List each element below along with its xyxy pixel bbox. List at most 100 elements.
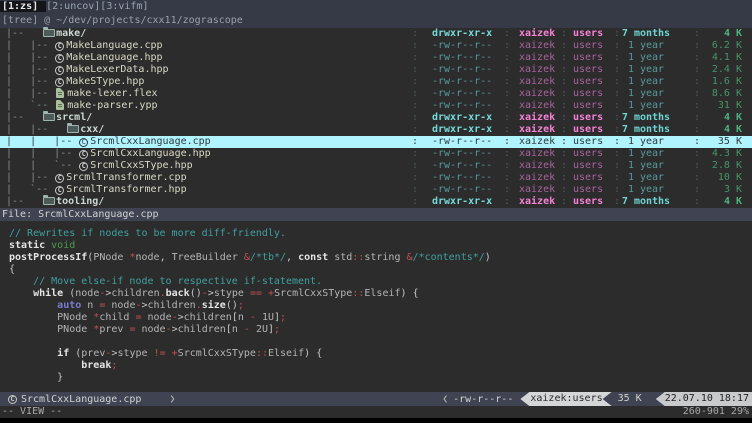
tree-row-srcmlcxxstype.hpp[interactable]: | | `-- CSrcmlCxxSType.hpp:-rw-r--r--:xa… [0,160,752,172]
tree-connector: |-- [0,112,30,123]
code-line: auto n = node->children.size(); [9,300,752,312]
file-group: users [573,184,603,196]
column-separator: : [561,160,567,172]
status-size-segment: 35 K [612,392,656,406]
column-separator: : [504,172,510,184]
tree-row-srcmltransformer.hpp[interactable]: | `-- CSrcmlTransformer.hpp:-rw-r--r--:x… [0,184,752,196]
bottom-black-strip [0,418,752,423]
column-separator: : [504,112,510,124]
tree-row-make[interactable]: |-- make/:drwxr-xr-x:xaizek:users:7 mont… [0,28,752,40]
file-permissions: -rw-r--r-- [432,40,492,52]
tree-row-makestype.hpp[interactable]: | |-- CMakeSType.hpp:-rw-r--r--:xaizek:u… [0,76,752,88]
tree-row-make-lexer.flex[interactable]: | |-- make-lexer.flex:-rw-r--r--:xaizek:… [0,88,752,100]
tree-connector: |-- [0,196,30,207]
file-permissions: -rw-r--r-- [432,136,492,148]
file-permissions: -rw-r--r-- [432,148,492,160]
column-separator: : [561,112,567,124]
column-separator: : [561,28,567,40]
tree-row-srcmltransformer.cpp[interactable]: | |-- CSrcmlTransformer.cpp:-rw-r--r--:x… [0,172,752,184]
file-name: MakeLanguage.cpp [66,40,162,51]
file-owner: xaizek [519,100,555,112]
column-separator: : [412,76,418,88]
code-line: postProcessIf(PNode *node, TreeBuilder &… [9,252,752,264]
column-separator: : [504,52,510,64]
file-owner: xaizek [519,64,555,76]
file-size: 10 K [692,172,742,184]
tree-connector: | |-- [0,124,54,135]
file-name: MakeLanguage.hpp [66,52,162,63]
tab-others[interactable]: [2:uncov][3:vifm] [46,1,148,12]
column-separator: : [412,136,418,148]
tree-connector: | |-- [0,40,54,51]
column-separator: : [504,64,510,76]
file-size: 31 K [692,100,742,112]
column-separator: : [561,64,567,76]
tree-connector: | |-- [0,76,54,87]
column-separator: : [412,64,418,76]
file-name: MakeSType.hpp [66,76,144,87]
code-line: // Rewrites if nodes to be more diff-fri… [9,228,752,240]
file-size: 8.6 K [692,88,742,100]
tree-connector: | | |-- [0,148,78,159]
tree-connector: | `-- [0,100,54,111]
column-separator: : [561,52,567,64]
chevron-right-icon: › [168,388,176,410]
file-tree: |-- make/:drwxr-xr-x:xaizek:users:7 mont… [0,28,752,208]
document-icon [56,88,64,98]
column-separator: : [561,136,567,148]
column-separator: : [412,160,418,172]
status-right: ‹ -rw-r--r-- xaizek:users 35 K 22.07.10 … [441,392,752,406]
column-separator: : [412,184,418,196]
file-size: 4 K [692,196,742,208]
file-owner: xaizek [519,160,555,172]
file-size: 6.2 K [692,40,742,52]
file-group: users [573,172,603,184]
code-line [9,336,752,348]
tree-connector: | |-- [0,52,54,63]
tree-connector: | |-- [0,172,54,183]
file-name: SrcmlCxxSType.hpp [90,160,192,171]
status-owner-segment: xaizek:users [520,392,611,406]
chevron-left-icon: ‹ [441,388,449,410]
file-group: users [573,64,603,76]
file-permissions: -rw-r--r-- [432,184,492,196]
status-datetime-segment: 22.07.10 18:17 [656,392,752,406]
column-separator: : [561,148,567,160]
column-separator: : [412,40,418,52]
tab-bar: [1:zs][2:uncov][3:vifm] [0,0,752,14]
tree-row-tooling[interactable]: |-- tooling/:drwxr-xr-x:xaizek:users:7 m… [0,196,752,208]
tree-row-cxx[interactable]: | |-- cxx/:drwxr-xr-x:xaizek:users:7 mon… [0,124,752,136]
tab-active[interactable]: [1:zs] [0,1,46,12]
tree-connector: |-- [0,28,30,39]
column-separator: : [561,76,567,88]
file-group: users [573,28,603,40]
file-owner: xaizek [519,124,555,136]
tree-row-makelanguage.cpp[interactable]: | |-- CMakeLanguage.cpp: -rw-r--r--: xaize… [0,40,752,52]
tree-row-make-parser.ypp[interactable]: | `-- make-parser.ypp:-rw-r--r--:xaizek:… [0,100,752,112]
column-separator: : [412,52,418,64]
tree-row-makelanguage.hpp[interactable]: | |-- CMakeLanguage.hpp:-rw-r--r--:xaize… [0,52,752,64]
file-size: 4.1 K [692,52,742,64]
column-separator: : [504,184,510,196]
column-separator: : [412,148,418,160]
column-separator: : [561,124,567,136]
file-name: SrcmlCxxLanguage.cpp [90,136,210,147]
tree-row-srcmlcxxlanguage.cpp[interactable]: | | |-- CSrcmlCxxLanguage.cpp:-rw-r--r--… [0,136,752,148]
code-line: PNode *child = node->children[n - 1U]; [9,312,752,324]
column-separator: : [561,100,567,112]
file-size: 4 K [692,124,742,136]
file-name: tooling/ [56,196,104,207]
file-group: users [573,148,603,160]
file-owner: xaizek [519,40,555,52]
tree-row-srcml[interactable]: |-- srcml/:drwxr-xr-x:xaizek:users:7 mon… [0,112,752,124]
cpp-file-icon: C [55,42,64,51]
column-separator: : [412,196,418,208]
file-mtime: 1 year [600,100,692,112]
column-separator: : [504,40,510,52]
mode-indicator: -- VIEW -- [2,406,62,418]
file-name: SrcmlTransformer.cpp [66,172,186,183]
tree-row-makelexerdata.hpp[interactable]: | |-- CMakeLexerData.hpp:-rw-r--r--:xaiz… [0,64,752,76]
document-icon [56,100,64,110]
file-permissions: -rw-r--r-- [432,64,492,76]
tree-row-srcmlcxxlanguage.hpp[interactable]: | | |-- CSrcmlCxxLanguage.hpp:-rw-r--r--… [0,148,752,160]
